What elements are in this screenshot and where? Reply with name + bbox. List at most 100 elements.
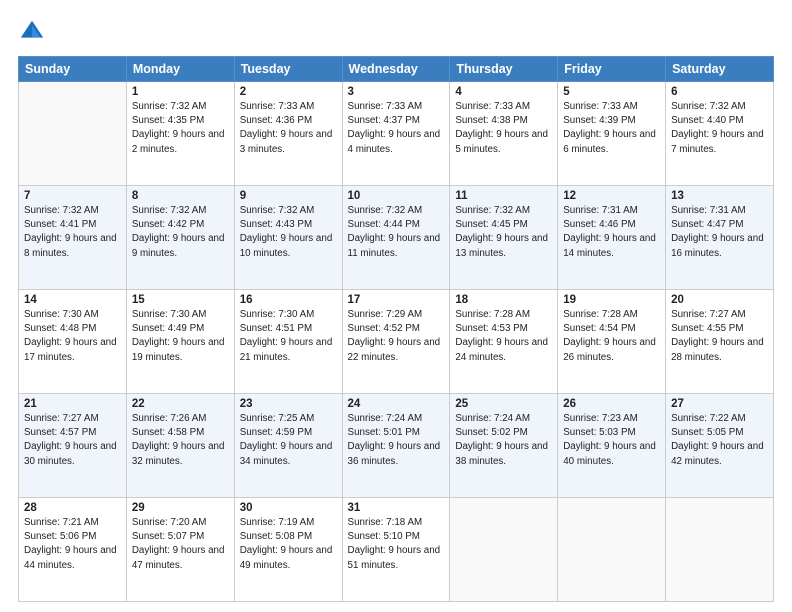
day-number: 13 [671, 190, 768, 202]
day-number: 11 [455, 190, 552, 202]
day-info: Sunrise: 7:21 AMSunset: 5:06 PMDaylight:… [24, 516, 121, 573]
calendar-cell: 28 Sunrise: 7:21 AMSunset: 5:06 PMDayligh… [19, 498, 127, 602]
day-info: Sunrise: 7:26 AMSunset: 4:58 PMDaylight:… [132, 412, 229, 469]
calendar-cell: 19 Sunrise: 7:28 AMSunset: 4:54 PMDayligh… [558, 290, 666, 394]
header [18, 18, 774, 46]
day-info: Sunrise: 7:32 AMSunset: 4:44 PMDaylight:… [348, 204, 445, 261]
day-info: Sunrise: 7:27 AMSunset: 4:55 PMDaylight:… [671, 308, 768, 365]
day-number: 27 [671, 398, 768, 410]
calendar-cell: 21 Sunrise: 7:27 AMSunset: 4:57 PMDayligh… [19, 394, 127, 498]
day-info: Sunrise: 7:28 AMSunset: 4:53 PMDaylight:… [455, 308, 552, 365]
calendar-cell: 6 Sunrise: 7:32 AMSunset: 4:40 PMDaylight… [666, 82, 774, 186]
day-info: Sunrise: 7:32 AMSunset: 4:41 PMDaylight:… [24, 204, 121, 261]
day-number: 21 [24, 398, 121, 410]
day-info: Sunrise: 7:30 AMSunset: 4:49 PMDaylight:… [132, 308, 229, 365]
day-number: 23 [240, 398, 337, 410]
day-number: 20 [671, 294, 768, 306]
day-info: Sunrise: 7:30 AMSunset: 4:51 PMDaylight:… [240, 308, 337, 365]
week-row-2: 7 Sunrise: 7:32 AMSunset: 4:41 PMDaylight… [19, 186, 774, 290]
calendar-cell: 4Sunrise: 7:33 AMSunset: 4:38 PMDaylight… [450, 82, 558, 186]
day-number: 9 [240, 190, 337, 202]
calendar-table: SundayMondayTuesdayWednesdayThursdayFrid… [18, 56, 774, 602]
calendar-cell: 9Sunrise: 7:32 AMSunset: 4:43 PMDaylight… [234, 186, 342, 290]
day-number: 26 [563, 398, 660, 410]
day-info: Sunrise: 7:33 AMSunset: 4:37 PMDaylight:… [348, 100, 445, 157]
calendar-cell [666, 498, 774, 602]
day-number: 14 [24, 294, 121, 306]
day-info: Sunrise: 7:31 AMSunset: 4:46 PMDaylight:… [563, 204, 660, 261]
day-info: Sunrise: 7:32 AMSunset: 4:42 PMDaylight:… [132, 204, 229, 261]
calendar-cell [558, 498, 666, 602]
day-number: 28 [24, 502, 121, 514]
day-number: 3 [348, 86, 445, 98]
day-number: 7 [24, 190, 121, 202]
day-info: Sunrise: 7:19 AMSunset: 5:08 PMDaylight:… [240, 516, 337, 573]
day-info: Sunrise: 7:33 AMSunset: 4:36 PMDaylight:… [240, 100, 337, 157]
day-number: 12 [563, 190, 660, 202]
week-row-4: 21 Sunrise: 7:27 AMSunset: 4:57 PMDayligh… [19, 394, 774, 498]
day-info: Sunrise: 7:27 AMSunset: 4:57 PMDaylight:… [24, 412, 121, 469]
calendar-cell [19, 82, 127, 186]
day-number: 1 [132, 86, 229, 98]
day-info: Sunrise: 7:24 AMSunset: 5:01 PMDaylight:… [348, 412, 445, 469]
day-info: Sunrise: 7:32 AMSunset: 4:35 PMDaylight:… [132, 100, 229, 157]
day-header-saturday: Saturday [666, 57, 774, 82]
day-number: 31 [348, 502, 445, 514]
calendar-cell: 16 Sunrise: 7:30 AMSunset: 4:51 PMDayligh… [234, 290, 342, 394]
calendar-cell: 8 Sunrise: 7:32 AMSunset: 4:42 PMDaylight… [126, 186, 234, 290]
day-info: Sunrise: 7:23 AMSunset: 5:03 PMDaylight:… [563, 412, 660, 469]
logo [18, 18, 50, 46]
week-row-5: 28 Sunrise: 7:21 AMSunset: 5:06 PMDayligh… [19, 498, 774, 602]
calendar-cell: 26 Sunrise: 7:23 AMSunset: 5:03 PMDayligh… [558, 394, 666, 498]
logo-icon [18, 18, 46, 46]
page: SundayMondayTuesdayWednesdayThursdayFrid… [0, 0, 792, 612]
calendar-cell: 2Sunrise: 7:33 AMSunset: 4:36 PMDaylight… [234, 82, 342, 186]
day-header-thursday: Thursday [450, 57, 558, 82]
day-header-wednesday: Wednesday [342, 57, 450, 82]
calendar-cell: 12 Sunrise: 7:31 AMSunset: 4:46 PMDayligh… [558, 186, 666, 290]
calendar-cell: 29 Sunrise: 7:20 AMSunset: 5:07 PMDayligh… [126, 498, 234, 602]
calendar-cell: 23Sunrise: 7:25 AMSunset: 4:59 PMDayligh… [234, 394, 342, 498]
calendar-cell: 31 Sunrise: 7:18 AMSunset: 5:10 PMDayligh… [342, 498, 450, 602]
day-number: 5 [563, 86, 660, 98]
day-header-monday: Monday [126, 57, 234, 82]
day-number: 10 [348, 190, 445, 202]
calendar-cell: 10 Sunrise: 7:32 AMSunset: 4:44 PMDayligh… [342, 186, 450, 290]
day-number: 25 [455, 398, 552, 410]
day-info: Sunrise: 7:29 AMSunset: 4:52 PMDaylight:… [348, 308, 445, 365]
calendar-cell: 22 Sunrise: 7:26 AMSunset: 4:58 PMDayligh… [126, 394, 234, 498]
day-info: Sunrise: 7:28 AMSunset: 4:54 PMDaylight:… [563, 308, 660, 365]
day-info: Sunrise: 7:30 AMSunset: 4:48 PMDaylight:… [24, 308, 121, 365]
day-info: Sunrise: 7:33 AMSunset: 4:39 PMDaylight:… [563, 100, 660, 157]
day-number: 4 [455, 86, 552, 98]
day-header-tuesday: Tuesday [234, 57, 342, 82]
day-info: Sunrise: 7:18 AMSunset: 5:10 PMDaylight:… [348, 516, 445, 573]
day-number: 6 [671, 86, 768, 98]
calendar-cell: 7 Sunrise: 7:32 AMSunset: 4:41 PMDaylight… [19, 186, 127, 290]
day-number: 16 [240, 294, 337, 306]
calendar-cell: 13 Sunrise: 7:31 AMSunset: 4:47 PMDayligh… [666, 186, 774, 290]
day-info: Sunrise: 7:32 AMSunset: 4:40 PMDaylight:… [671, 100, 768, 157]
calendar-cell: 11Sunrise: 7:32 AMSunset: 4:45 PMDayligh… [450, 186, 558, 290]
day-number: 22 [132, 398, 229, 410]
calendar-cell: 24 Sunrise: 7:24 AMSunset: 5:01 PMDayligh… [342, 394, 450, 498]
calendar-cell: 20 Sunrise: 7:27 AMSunset: 4:55 PMDayligh… [666, 290, 774, 394]
day-info: Sunrise: 7:20 AMSunset: 5:07 PMDaylight:… [132, 516, 229, 573]
calendar-cell: 3 Sunrise: 7:33 AMSunset: 4:37 PMDaylight… [342, 82, 450, 186]
calendar-cell: 15Sunrise: 7:30 AMSunset: 4:49 PMDayligh… [126, 290, 234, 394]
day-number: 24 [348, 398, 445, 410]
day-info: Sunrise: 7:31 AMSunset: 4:47 PMDaylight:… [671, 204, 768, 261]
calendar-cell: 27 Sunrise: 7:22 AMSunset: 5:05 PMDayligh… [666, 394, 774, 498]
day-number: 8 [132, 190, 229, 202]
day-info: Sunrise: 7:22 AMSunset: 5:05 PMDaylight:… [671, 412, 768, 469]
day-header-friday: Friday [558, 57, 666, 82]
calendar-cell: 1 Sunrise: 7:32 AMSunset: 4:35 PMDaylight… [126, 82, 234, 186]
week-row-1: 1 Sunrise: 7:32 AMSunset: 4:35 PMDaylight… [19, 82, 774, 186]
calendar-cell: 5 Sunrise: 7:33 AMSunset: 4:39 PMDaylight… [558, 82, 666, 186]
calendar-cell: 25Sunrise: 7:24 AMSunset: 5:02 PMDayligh… [450, 394, 558, 498]
calendar-cell: 17Sunrise: 7:29 AMSunset: 4:52 PMDayligh… [342, 290, 450, 394]
day-number: 19 [563, 294, 660, 306]
day-number: 29 [132, 502, 229, 514]
day-number: 18 [455, 294, 552, 306]
calendar-cell [450, 498, 558, 602]
